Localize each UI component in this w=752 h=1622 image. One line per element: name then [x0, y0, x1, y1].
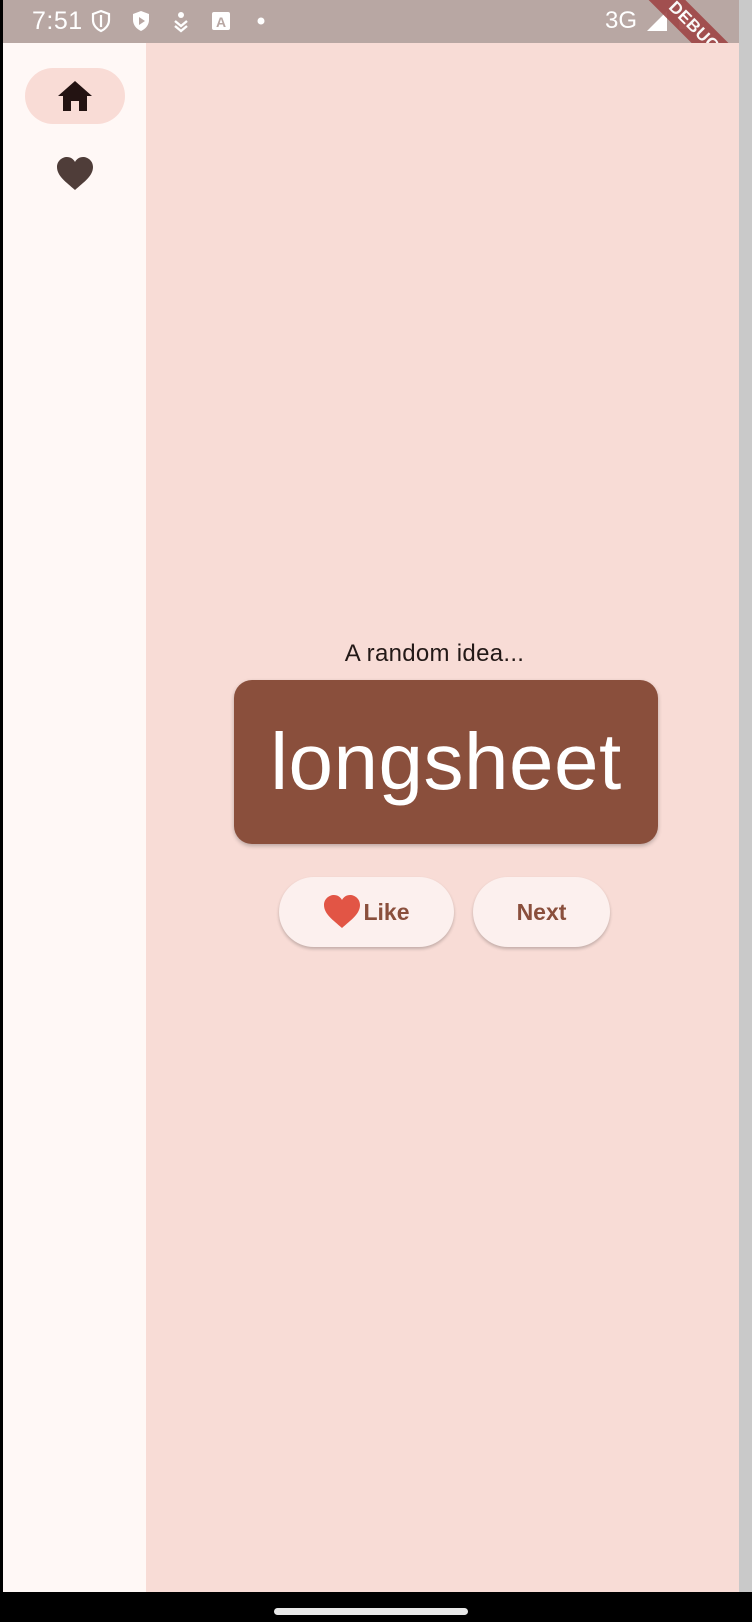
shield-icon	[91, 9, 111, 33]
like-button[interactable]: Like	[279, 877, 454, 947]
nav-item-home[interactable]	[25, 68, 125, 124]
next-label: Next	[516, 898, 567, 925]
download-icon	[174, 12, 188, 33]
nav-item-favorites[interactable]	[25, 146, 125, 202]
dot-icon	[257, 17, 265, 25]
network-type: 3G	[604, 7, 637, 34]
screen-edge	[739, 0, 752, 1592]
status-time: 7:51	[32, 7, 83, 35]
text-a-icon: A	[212, 12, 230, 30]
like-label: Like	[363, 898, 410, 925]
svg-text:A: A	[216, 14, 226, 30]
generated-word: longsheet	[270, 717, 622, 806]
main-content: A random idea... longsheet Like Next	[146, 43, 739, 1592]
next-button[interactable]: Next	[473, 877, 610, 947]
heart-icon	[57, 157, 93, 190]
heart-icon	[324, 895, 361, 928]
word-card: longsheet	[234, 680, 658, 844]
home-icon	[58, 81, 92, 111]
status-notification-icons: A	[89, 9, 273, 33]
app-window: 7:51 A 3G DEBUG A random idea... longshe…	[3, 0, 739, 1592]
device-screen: 7:51 A 3G DEBUG A random idea... longshe…	[0, 0, 752, 1622]
idea-subtitle: A random idea...	[344, 640, 525, 667]
status-bar: 7:51 A 3G DEBUG	[3, 0, 739, 90]
gesture-handle[interactable]	[274, 1608, 468, 1615]
play-protect-icon	[133, 11, 149, 31]
navigation-rail	[3, 43, 146, 1592]
